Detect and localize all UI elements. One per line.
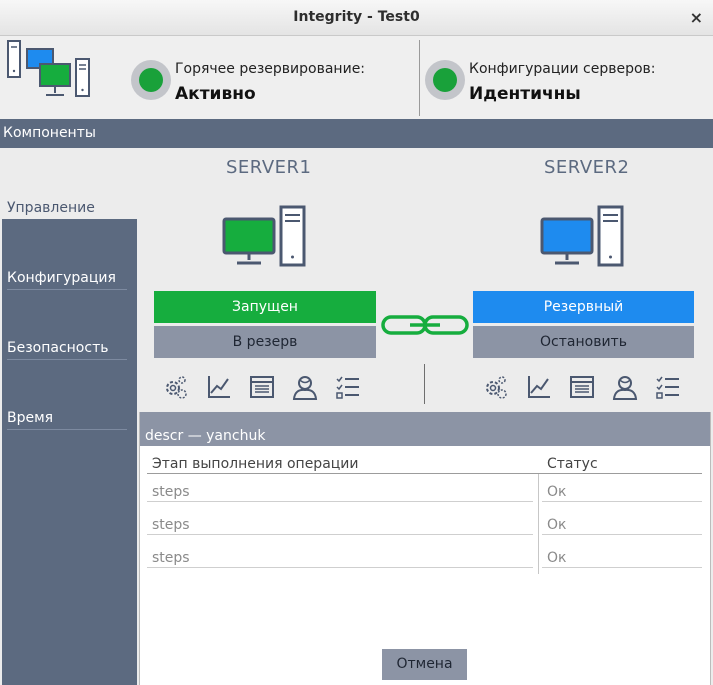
- row1-divider: [147, 501, 533, 502]
- row2-step: steps: [152, 517, 190, 533]
- row2-status-divider: [542, 534, 702, 535]
- server2-computer-icon: [540, 205, 624, 267]
- table-header-divider: [147, 473, 702, 474]
- row3-status-divider: [542, 567, 702, 568]
- server2-settings-icon[interactable]: [483, 374, 509, 400]
- server1-standby-button[interactable]: В резерв: [154, 326, 376, 358]
- server1-list-icon[interactable]: [335, 374, 361, 400]
- cluster-logo-icon: [7, 40, 90, 97]
- server1-chart-icon[interactable]: [206, 374, 232, 400]
- window-title: Integrity - Test0: [293, 9, 420, 25]
- column-header-step: Этап выполнения операции: [152, 456, 359, 472]
- server2-list-icon[interactable]: [655, 374, 681, 400]
- row3-step: steps: [152, 550, 190, 566]
- components-section-bar: Компоненты: [0, 119, 713, 148]
- sidebar-item-management[interactable]: Управление: [7, 200, 127, 219]
- config-value: Идентичны: [469, 84, 581, 104]
- close-icon[interactable]: ×: [690, 8, 703, 27]
- hot-standby-status-icon: [131, 60, 171, 100]
- cancel-button[interactable]: Отмена: [382, 649, 467, 680]
- row1-status-divider: [542, 501, 702, 502]
- operation-panel: descr — yanchuk Этап выполнения операции…: [139, 412, 711, 685]
- row1-step: steps: [152, 484, 190, 500]
- row3-status: Ок: [547, 550, 567, 566]
- server1-settings-icon[interactable]: [163, 374, 189, 400]
- server1-state-button[interactable]: Запущен: [154, 291, 376, 323]
- row3-divider: [147, 567, 533, 568]
- sidebar: Управление Конфигурация Безопасность Вре…: [0, 148, 137, 685]
- server1-user-icon[interactable]: [292, 374, 318, 400]
- chain-link-icon: [381, 315, 469, 335]
- sidebar-item-security[interactable]: Безопасность: [7, 340, 127, 360]
- operation-panel-header: descr — yanchuk: [140, 412, 710, 446]
- server1-computer-icon: [222, 205, 306, 267]
- row2-status: Ок: [547, 517, 567, 533]
- config-label: Конфигурации серверов:: [469, 61, 656, 77]
- hot-standby-label: Горячее резервирование:: [175, 61, 366, 77]
- config-status-icon: [425, 60, 465, 100]
- column-header-status: Статус: [547, 456, 598, 472]
- header-divider: [419, 40, 420, 116]
- toolbar-divider: [424, 364, 425, 404]
- sidebar-item-time[interactable]: Время: [7, 410, 127, 430]
- table-column-divider: [538, 474, 539, 574]
- server2-user-icon[interactable]: [612, 374, 638, 400]
- server2-chart-icon[interactable]: [526, 374, 552, 400]
- server1-name: SERVER1: [226, 157, 312, 178]
- row1-status: Ок: [547, 484, 567, 500]
- operation-title: descr — yanchuk: [145, 428, 266, 444]
- server2-stop-button[interactable]: Остановить: [473, 326, 694, 358]
- window-titlebar: Integrity - Test0 ×: [0, 0, 713, 36]
- row2-divider: [147, 534, 533, 535]
- server2-state-button[interactable]: Резервный: [473, 291, 694, 323]
- hot-standby-value: Активно: [175, 84, 256, 104]
- sidebar-item-configuration[interactable]: Конфигурация: [7, 270, 127, 290]
- status-header: Горячее резервирование: Активно Конфигур…: [0, 36, 713, 119]
- server2-log-icon[interactable]: [569, 374, 595, 400]
- server2-name: SERVER2: [544, 157, 630, 178]
- server1-log-icon[interactable]: [249, 374, 275, 400]
